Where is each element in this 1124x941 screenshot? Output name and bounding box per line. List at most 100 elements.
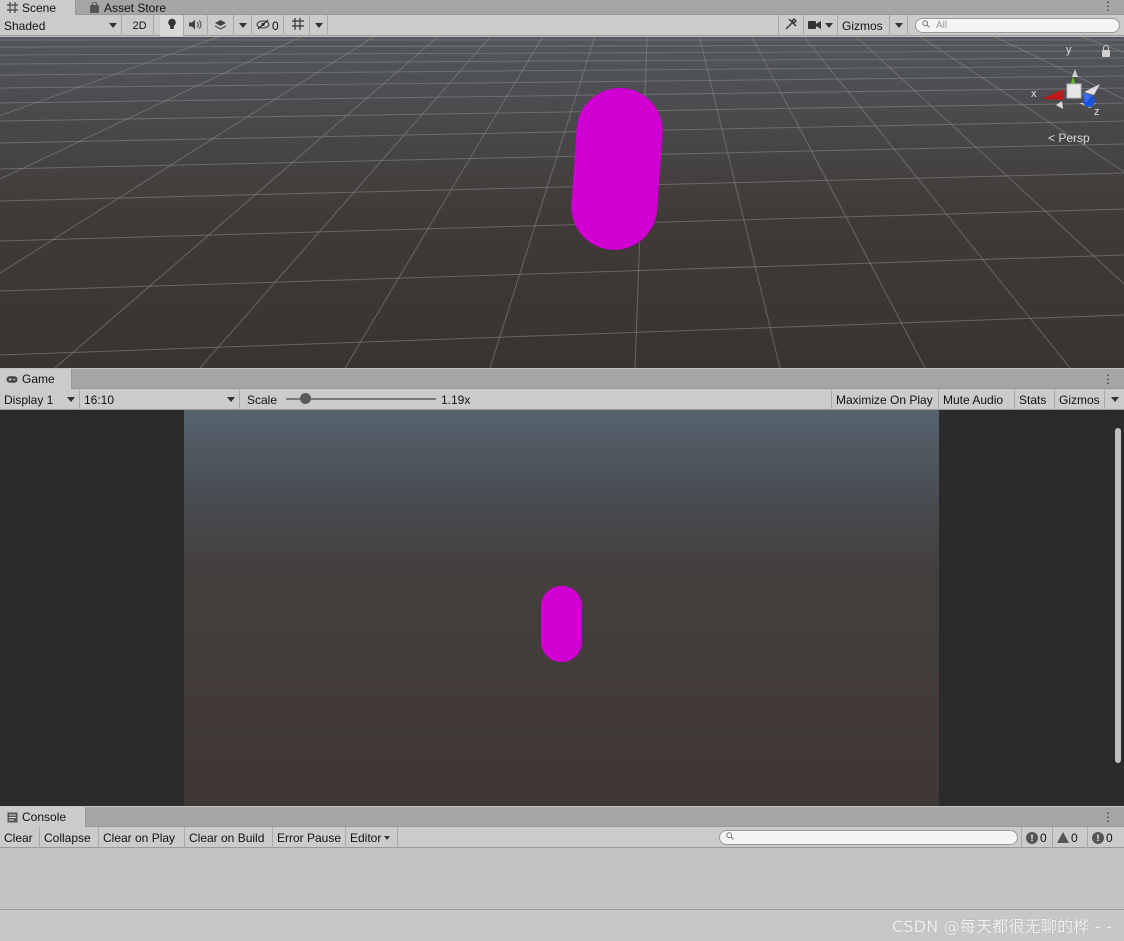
info-count: 0	[1040, 830, 1047, 845]
gizmo-x-label: x	[1031, 88, 1037, 100]
tab-asset-store[interactable]: Asset Store	[82, 0, 172, 15]
tab-scene-label: Scene	[22, 0, 57, 15]
tab-game-label: Game	[22, 372, 55, 386]
lighting-toggle-button[interactable]	[160, 15, 184, 36]
console-panel-menu-icon[interactable]: ⋮	[1102, 811, 1114, 823]
chevron-down-icon	[238, 23, 247, 28]
camera-settings-button[interactable]	[804, 15, 838, 36]
layers-effects-icon	[214, 19, 227, 33]
error-pause-toggle[interactable]: Error Pause	[273, 827, 346, 848]
chevron-down-icon	[894, 23, 903, 28]
maximize-on-play-button[interactable]: Maximize On Play	[831, 389, 939, 410]
chevron-left-icon: <	[1048, 131, 1056, 145]
error-count: 0	[1106, 830, 1113, 845]
display-dropdown[interactable]: Display 1	[0, 389, 80, 410]
collapse-toggle[interactable]: Collapse	[40, 827, 99, 848]
lightbulb-icon	[167, 18, 177, 33]
scene-capsule	[571, 88, 663, 250]
lock-icon[interactable]	[1102, 45, 1110, 57]
tab-console[interactable]: Console	[0, 807, 86, 827]
effects-toggle-button[interactable]	[208, 15, 234, 36]
tools-icon	[785, 18, 797, 33]
chevron-down-icon	[67, 397, 75, 402]
chevron-down-icon	[314, 23, 323, 28]
draw-mode-dropdown[interactable]: Shaded	[0, 15, 122, 36]
console-icon	[6, 811, 18, 823]
chevron-down-icon	[109, 23, 117, 28]
draw-mode-label: Shaded	[4, 18, 46, 33]
warning-filter-toggle[interactable]: 0	[1053, 827, 1088, 848]
game-gizmos-label: Gizmos	[1059, 392, 1100, 407]
game-panel-menu-icon[interactable]: ⋮	[1102, 373, 1114, 385]
scene-gizmos-button[interactable]: Gizmos	[838, 15, 890, 36]
grid-toggle-button[interactable]	[286, 15, 310, 36]
scale-value: 1.19x	[437, 389, 474, 410]
chevron-down-icon	[1110, 397, 1119, 402]
error-filter-toggle[interactable]: ! 0	[1088, 827, 1124, 848]
scene-viewport[interactable]: y x z < Persp	[0, 37, 1124, 368]
tab-console-label: Console	[22, 810, 67, 824]
error-icon: !	[1092, 831, 1104, 844]
clear-label: Clear	[4, 830, 33, 845]
gizmo-z-label: z	[1094, 106, 1100, 118]
watermark-text: CSDN @每天都很无聊的桦 - -	[891, 917, 1112, 936]
game-toolbar: Display 1 16:10 Scale 1.19x Maximize On …	[0, 389, 1124, 410]
tab-scene[interactable]: Scene	[0, 0, 76, 15]
game-capsule	[541, 586, 582, 662]
game-tab-bar: Game ⋮	[0, 369, 1124, 389]
camera-icon	[808, 19, 821, 33]
scale-value-text: 1.19x	[441, 392, 471, 407]
chevron-down-icon	[227, 397, 235, 402]
grid-icon	[6, 2, 18, 14]
maximize-on-play-label: Maximize On Play	[836, 392, 933, 407]
scene-panel-menu-icon[interactable]: ⋮	[1102, 0, 1114, 12]
search-icon	[726, 832, 734, 843]
clear-on-build-label: Clear on Build	[189, 830, 265, 845]
game-gizmos-button[interactable]: Gizmos	[1055, 389, 1105, 410]
info-icon: !	[1026, 831, 1038, 844]
tools-button[interactable]	[778, 15, 804, 36]
editor-label: Editor	[350, 830, 382, 845]
editor-dropdown[interactable]: Editor	[346, 827, 398, 848]
grid-dropdown-button[interactable]	[310, 15, 328, 36]
gamepad-icon	[6, 373, 18, 385]
console-search-input[interactable]	[719, 830, 1018, 845]
audio-toggle-button[interactable]	[184, 15, 208, 36]
scene-search-input[interactable]: All	[915, 18, 1120, 33]
2d-toggle-label: 2D	[132, 19, 147, 32]
display-label: Display 1	[4, 392, 54, 407]
console-log-area[interactable]	[0, 849, 1124, 909]
mute-audio-button[interactable]: Mute Audio	[939, 389, 1015, 410]
hidden-count: 0	[272, 18, 279, 33]
projection-label: Persp	[1058, 131, 1090, 145]
scene-grid: y x z	[0, 37, 1124, 368]
warning-icon	[1057, 832, 1069, 843]
scene-gizmos-dropdown[interactable]	[890, 15, 908, 36]
aspect-dropdown[interactable]: 16:10	[80, 389, 240, 410]
error-pause-label: Error Pause	[277, 830, 342, 845]
scale-slider-handle[interactable]	[299, 393, 311, 404]
2d-toggle-button[interactable]: 2D	[126, 15, 154, 36]
stats-button[interactable]: Stats	[1015, 389, 1055, 410]
search-icon	[922, 20, 930, 31]
clear-on-build-toggle[interactable]: Clear on Build	[185, 827, 273, 848]
console-tab-bar: Console ⋮	[0, 807, 1124, 827]
tab-asset-store-label: Asset Store	[104, 0, 167, 15]
hidden-objects-toggle[interactable]: 0	[252, 15, 284, 36]
game-gizmos-dropdown[interactable]	[1105, 389, 1124, 410]
scene-toolbar: Shaded 2D 0 Gizmos All	[0, 15, 1124, 36]
projection-toggle[interactable]: < Persp	[1048, 131, 1090, 145]
clear-on-play-toggle[interactable]: Clear on Play	[99, 827, 185, 848]
console-clear-button[interactable]: Clear	[0, 827, 40, 848]
effects-dropdown-button[interactable]	[234, 15, 252, 36]
collapse-label: Collapse	[44, 830, 91, 845]
info-filter-toggle[interactable]: ! 0	[1021, 827, 1053, 848]
game-scrollbar-thumb[interactable]	[1115, 428, 1121, 763]
shopping-bag-icon	[88, 2, 100, 14]
tab-game[interactable]: Game	[0, 369, 72, 389]
game-viewport[interactable]	[0, 410, 1124, 806]
scene-gizmos-label: Gizmos	[842, 18, 883, 33]
clear-on-play-label: Clear on Play	[103, 830, 176, 845]
gizmo-y-label: y	[1066, 44, 1072, 56]
chevron-down-icon	[825, 23, 833, 28]
